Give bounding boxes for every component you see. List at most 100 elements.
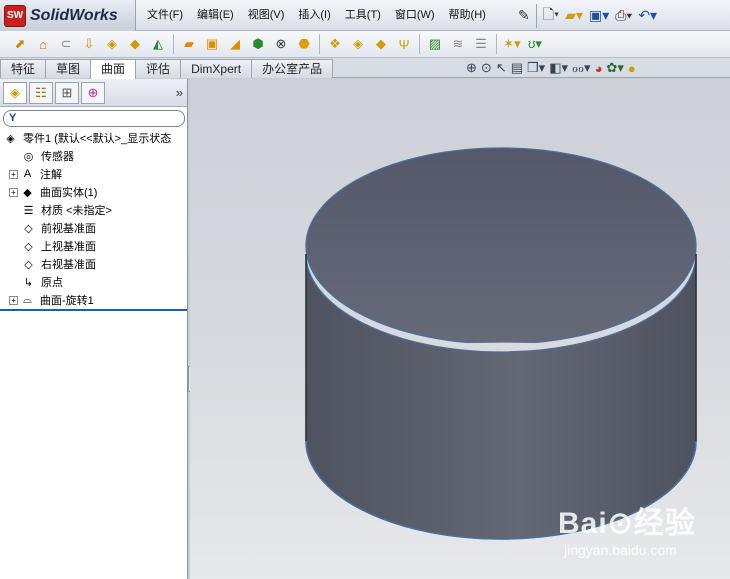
menu-help[interactable]: 帮助(H) <box>442 0 493 31</box>
filled-surface-icon[interactable]: ◆ <box>125 34 145 54</box>
hide-show-items-icon[interactable]: ℴℴ▾ <box>572 60 591 76</box>
panel-tabs: ◈ ☷ ⊞ ⊕ » <box>0 79 187 107</box>
tree-item-label: 传感器 <box>41 151 74 163</box>
extruded-surface-icon[interactable]: ⬈ <box>10 34 30 54</box>
tree-item-label: 曲面-旋转1 <box>40 295 94 307</box>
print-icon[interactable]: ⎙▾ <box>615 7 632 24</box>
thicken-icon[interactable]: ▨ <box>425 34 445 54</box>
separator <box>319 34 320 54</box>
tree-item[interactable]: ◈ 零件1 (默认<<默认>_显示状态 <box>0 129 187 147</box>
expand-toggle-icon[interactable]: + <box>9 169 18 179</box>
tree-item-label: 上视基准面 <box>41 241 96 253</box>
tree-item[interactable]: ◇ 右视基准面 <box>0 255 187 273</box>
revolve-surface-icon: ⌓ <box>23 293 32 306</box>
tab-features[interactable]: 特征 <box>0 59 47 78</box>
menu-view[interactable]: 视图(V) <box>241 0 292 31</box>
menu-insert[interactable]: 插入(I) <box>291 0 337 31</box>
undo-icon[interactable]: ↶▾ <box>638 7 657 24</box>
separator <box>535 3 537 28</box>
edit-appearance-icon[interactable]: ◕ <box>595 61 603 76</box>
tree-item-label: 原点 <box>41 277 63 289</box>
tree-filter: Y <box>0 107 187 129</box>
tree-item-label: 零件1 (默认<<默认>_显示状态 <box>23 133 172 145</box>
pin-icon[interactable]: ✎ <box>518 7 530 24</box>
thickened-cut-icon[interactable]: ≋ <box>448 34 468 54</box>
zoom-to-fit-icon[interactable]: ⊕ <box>466 60 477 76</box>
tree-item-label: 注解 <box>40 169 62 181</box>
surface-body-icon: ◆ <box>23 186 32 199</box>
tree-item[interactable]: ◇ 上视基准面 <box>0 237 187 255</box>
dimxpert-manager-tab-icon[interactable]: ⊕ <box>81 81 105 104</box>
apply-scene-icon[interactable]: ✿▾ <box>606 60 623 76</box>
ruled-surface-icon[interactable]: ◢ <box>225 34 245 54</box>
cut-with-surface-icon[interactable]: ☰ <box>471 34 491 54</box>
fillet-icon[interactable]: ⬢ <box>248 34 268 54</box>
curves-icon[interactable]: ʊ▾ <box>525 34 545 54</box>
menu-tools[interactable]: 工具(T) <box>338 0 388 31</box>
plane-icon: ◇ <box>24 240 33 253</box>
extend-surface-icon[interactable]: ❖ <box>325 34 345 54</box>
offset-surface-icon[interactable]: ▣ <box>202 34 222 54</box>
delete-face-icon[interactable]: ⊗ <box>271 34 291 54</box>
expand-toggle-icon[interactable]: + <box>9 295 18 305</box>
main-menu: 文件(F) 编辑(E) 视图(V) 插入(I) 工具(T) 窗口(W) 帮助(H… <box>140 0 493 31</box>
rollback-bar[interactable] <box>0 309 187 311</box>
save-icon[interactable]: ▣▾ <box>589 7 609 24</box>
tree-item[interactable]: ◎ 传感器 <box>0 147 187 165</box>
cylinder-inner-wall[interactable] <box>305 147 697 345</box>
boundary-surface-icon[interactable]: ◈ <box>102 34 122 54</box>
reference-geometry-icon[interactable]: ✶▾ <box>502 34 522 54</box>
tab-surfaces[interactable]: 曲面 <box>90 59 137 79</box>
tab-dimxpert[interactable]: DimXpert <box>180 59 253 78</box>
tab-evaluate[interactable]: 评估 <box>135 59 182 78</box>
menu-edit[interactable]: 编辑(E) <box>190 0 241 31</box>
sensor-icon: ◎ <box>23 150 34 163</box>
tab-office-products[interactable]: 办公室产品 <box>251 59 334 78</box>
open-folder-icon[interactable]: ▰▾ <box>565 7 583 24</box>
app-logo[interactable]: SW SolidWorks <box>0 0 136 31</box>
menu-bar: SW SolidWorks 文件(F) 编辑(E) 视图(V) 插入(I) 工具… <box>0 0 730 31</box>
tab-sketch[interactable]: 草图 <box>45 59 92 78</box>
swept-surface-icon[interactable]: ⊂ <box>56 34 76 54</box>
tree-item[interactable]: ☰ 材质 <未指定> <box>0 201 187 219</box>
material-icon: ☰ <box>23 204 34 217</box>
tree-item[interactable]: ◇ 前视基准面 <box>0 219 187 237</box>
knit-surface-icon[interactable]: Ψ <box>394 34 414 54</box>
expand-panel-icon[interactable]: » <box>176 85 183 100</box>
app-name: SolidWorks <box>30 6 118 24</box>
menu-file[interactable]: 文件(F) <box>140 0 190 31</box>
tree-item[interactable]: + A 注解 <box>0 165 187 183</box>
configuration-manager-tab-icon[interactable]: ⊞ <box>55 81 79 104</box>
planar-surface-icon[interactable]: ▰ <box>179 34 199 54</box>
filter-input[interactable]: Y <box>3 109 185 127</box>
watermark-site: jingyan.baidu.com <box>564 542 677 558</box>
tree-item-label: 右视基准面 <box>41 259 96 271</box>
feature-tree: ◈ 零件1 (默认<<默认>_显示状态 ◎ 传感器 + A 注解 + ◆ 曲面实体(1) ☰ 材质 <… <box>0 129 187 309</box>
revolved-surface-icon[interactable]: ⌂ <box>33 34 53 54</box>
trim-surface-icon[interactable]: ◈ <box>348 34 368 54</box>
zoom-to-area-icon[interactable]: ⊙ <box>481 60 492 76</box>
tree-item-label: 前视基准面 <box>41 223 96 235</box>
replace-face-icon[interactable]: ⬣ <box>294 34 314 54</box>
view-orientation-icon[interactable]: ❒▾ <box>527 60 545 76</box>
new-document-icon[interactable]: 🗋▾ <box>543 4 559 28</box>
property-manager-tab-icon[interactable]: ☷ <box>29 81 53 104</box>
baidu-watermark: Bai⊙经验 jingyan.baidu.com <box>558 498 730 568</box>
tree-item[interactable]: + ⌓ 曲面-旋转1 <box>0 291 187 309</box>
view-settings-icon[interactable]: ● <box>628 61 636 76</box>
menu-window[interactable]: 窗口(W) <box>388 0 442 31</box>
command-manager-tabs: 特征 草图 曲面 评估 DimXpert 办公室产品 ⊕ ⊙ ↖ ▤ ❒▾ ◧▾… <box>0 58 730 79</box>
previous-view-icon[interactable]: ↖ <box>496 60 507 76</box>
feature-manager-tab-icon[interactable]: ◈ <box>3 81 27 104</box>
solidworks-logo-icon: SW <box>4 4 26 27</box>
section-view-icon[interactable]: ▤ <box>511 60 523 76</box>
display-style-icon[interactable]: ◧▾ <box>549 60 568 76</box>
tree-item[interactable]: ↳ 原点 <box>0 273 187 291</box>
untrim-surface-icon[interactable]: ◆ <box>371 34 391 54</box>
expand-toggle-icon[interactable]: + <box>9 187 18 197</box>
tree-item[interactable]: + ◆ 曲面实体(1) <box>0 183 187 201</box>
lofted-surface-icon[interactable]: ⇩ <box>79 34 99 54</box>
tree-item-label: 材质 <未指定> <box>41 205 112 217</box>
watermark-brand: Bai⊙经验 <box>558 507 696 540</box>
freeform-icon[interactable]: ◭ <box>148 34 168 54</box>
